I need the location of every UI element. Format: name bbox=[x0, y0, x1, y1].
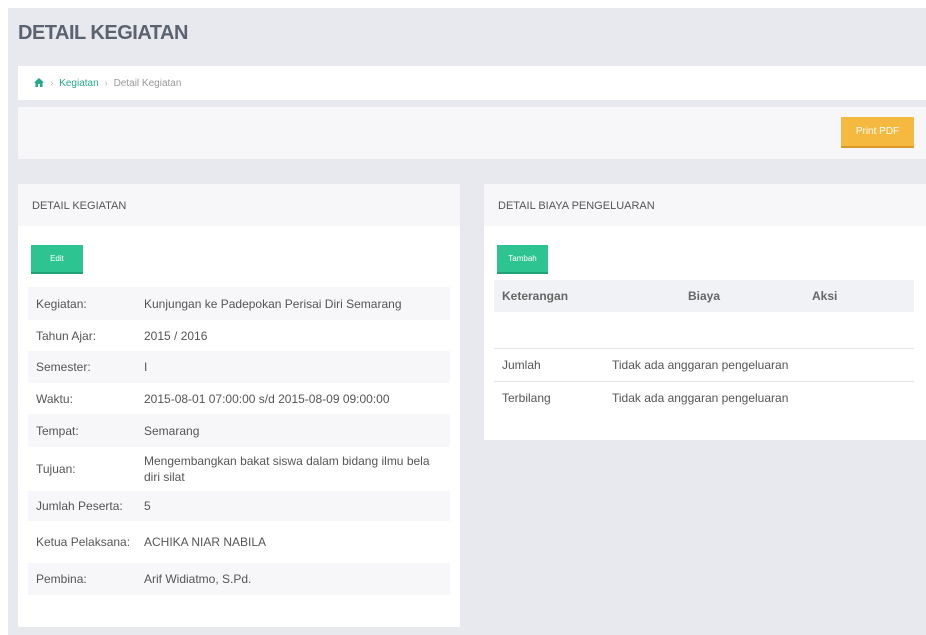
tambah-button[interactable]: Tambah bbox=[497, 245, 548, 274]
column-header-keterangan: Keterangan bbox=[494, 280, 604, 312]
table-row: Waktu: 2015-08-01 07:00:00 s/d 2015-08-0… bbox=[28, 383, 450, 414]
content-area: DETAIL KEGIATAN › Kegiatan › Detail Kegi… bbox=[8, 8, 926, 635]
panel-heading: DETAIL KEGIATAN bbox=[18, 184, 460, 226]
breadcrumb-separator: › bbox=[104, 78, 108, 89]
edit-button[interactable]: Edit bbox=[31, 245, 83, 274]
breadcrumb-link-kegiatan[interactable]: Kegiatan bbox=[59, 78, 98, 89]
panel-heading: DETAIL BIAYA PENGELUARAN bbox=[484, 184, 926, 226]
row-label: Tahun Ajar: bbox=[36, 328, 97, 343]
column-header-biaya: Biaya bbox=[604, 280, 804, 312]
row-value: ACHIKA NIAR NABILA bbox=[144, 535, 267, 549]
empty-row bbox=[494, 312, 914, 348]
detail-kegiatan-panel: DETAIL KEGIATAN Edit Kegiatan: Kunjungan… bbox=[18, 184, 460, 627]
row-label: Ketua Pelaksana: bbox=[36, 534, 131, 549]
table-header-row: Keterangan Biaya Aksi bbox=[494, 280, 914, 312]
table-row: Tahun Ajar: 2015 / 2016 bbox=[28, 320, 450, 351]
row-value: Semarang bbox=[136, 414, 450, 447]
summary-row: Jumlah Tidak ada anggaran pengeluaran bbox=[494, 347, 914, 381]
summary-label: Jumlah bbox=[494, 347, 604, 381]
row-label: Pembina: bbox=[28, 563, 136, 595]
row-label: Tujuan: bbox=[36, 462, 76, 476]
row-value: Arif Widiatmo, S.Pd. bbox=[136, 563, 450, 595]
summary-row: Terbilang Tidak ada anggaran pengeluaran bbox=[494, 380, 914, 414]
row-value: 2015-08-01 07:00:00 s/d 2015-08-09 09:00… bbox=[144, 391, 390, 406]
table-row: Semester: I bbox=[28, 351, 450, 383]
print-pdf-button[interactable]: Print PDF bbox=[841, 117, 914, 148]
row-label: Waktu: bbox=[36, 391, 73, 406]
table-row: Ketua Pelaksana: ACHIKA NIAR NABILA bbox=[28, 521, 450, 563]
column-header-aksi: Aksi bbox=[804, 280, 914, 312]
expense-table: Keterangan Biaya Aksi Jumlah Tidak ada a… bbox=[494, 280, 914, 414]
detail-table: Kegiatan: Kunjungan ke Padepokan Perisai… bbox=[28, 287, 450, 595]
row-value: 2015 / 2016 bbox=[144, 328, 208, 343]
breadcrumb-separator: › bbox=[50, 78, 54, 89]
table-row: Tempat: Semarang bbox=[28, 414, 450, 447]
row-label: Semester: bbox=[28, 351, 136, 383]
breadcrumb-current: Detail Kegiatan bbox=[113, 78, 182, 89]
summary-value: Tidak ada anggaran pengeluaran bbox=[604, 347, 914, 381]
table-row: Jumlah Peserta: 5 bbox=[28, 491, 450, 521]
table-row: Pembina: Arif Widiatmo, S.Pd. bbox=[28, 563, 450, 595]
summary-value: Tidak ada anggaran pengeluaran bbox=[604, 380, 914, 414]
table-row: Tujuan: Mengembangkan bakat siswa dalam … bbox=[28, 447, 450, 491]
home-icon[interactable] bbox=[34, 77, 47, 89]
toolbar: Print PDF bbox=[18, 107, 926, 159]
breadcrumb: › Kegiatan › Detail Kegiatan bbox=[18, 66, 926, 100]
row-label: Tempat: bbox=[28, 414, 136, 447]
row-value: 5 bbox=[136, 491, 450, 521]
row-label: Jumlah Peserta: bbox=[28, 491, 136, 521]
summary-label: Terbilang bbox=[494, 380, 604, 414]
row-value: I bbox=[136, 351, 450, 383]
detail-biaya-panel: DETAIL BIAYA PENGELUARAN Tambah Keterang… bbox=[484, 184, 926, 440]
row-value: Mengembangkan bakat siswa dalam bidang i… bbox=[144, 454, 430, 484]
row-label: Kegiatan: bbox=[28, 287, 136, 320]
row-value: Kunjungan ke Padepokan Perisai Diri Sema… bbox=[136, 287, 450, 320]
table-row: Kegiatan: Kunjungan ke Padepokan Perisai… bbox=[28, 287, 450, 320]
page-title: DETAIL KEGIATAN bbox=[18, 22, 188, 44]
